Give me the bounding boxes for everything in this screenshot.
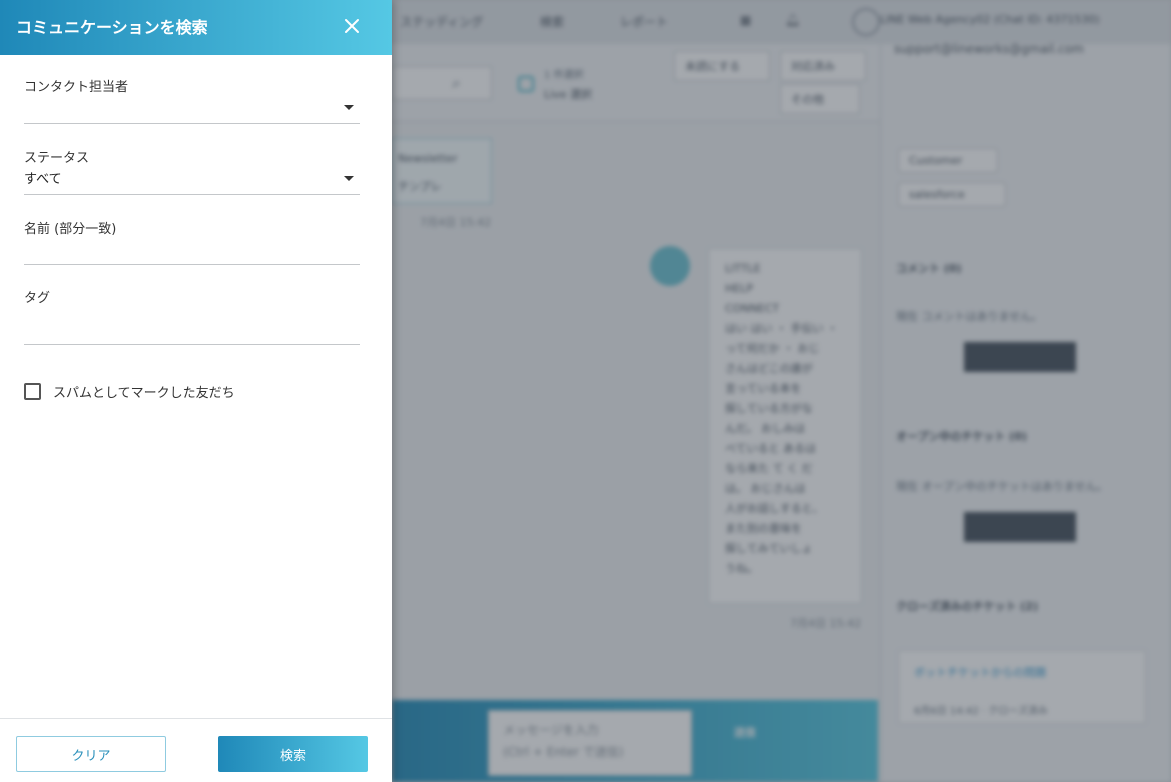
name-input[interactable]: 名前 (部分一致) [24,218,360,268]
panel-title: コミュニケーションを検索 [16,18,208,37]
panel-footer: クリア 検索 [0,718,392,782]
chevron-down-icon [344,176,354,181]
panel-header: コミュニケーションを検索 [0,0,392,55]
field-underline [24,264,360,265]
name-label: 名前 (部分一致) [24,222,117,237]
close-button[interactable] [336,10,368,42]
spam-filter-row[interactable]: スパムとしてマークした友だち [24,380,235,402]
assignee-label: コンタクト担当者 [24,80,129,95]
assignee-select[interactable]: コンタクト担当者 [24,76,360,126]
spam-checkbox-label[interactable]: スパムとしてマークした友だち [53,382,235,401]
clear-button[interactable]: クリア [16,736,166,772]
status-value: すべて [24,172,62,187]
field-underline [24,194,360,195]
field-underline [24,123,360,124]
tag-label: タグ [24,291,51,306]
chevron-down-icon [344,105,354,110]
close-icon [345,19,359,33]
field-underline [24,344,360,345]
search-button[interactable]: 検索 [218,736,368,772]
status-select[interactable]: ステータス すべて [24,147,360,197]
spam-checkbox[interactable] [24,382,41,400]
tag-input[interactable]: タグ [24,287,360,347]
status-label: ステータス [24,151,90,166]
communication-search-panel: コミュニケーションを検索 コンタクト担当者 ステータス すべて 名前 (部分一致… [0,0,392,782]
